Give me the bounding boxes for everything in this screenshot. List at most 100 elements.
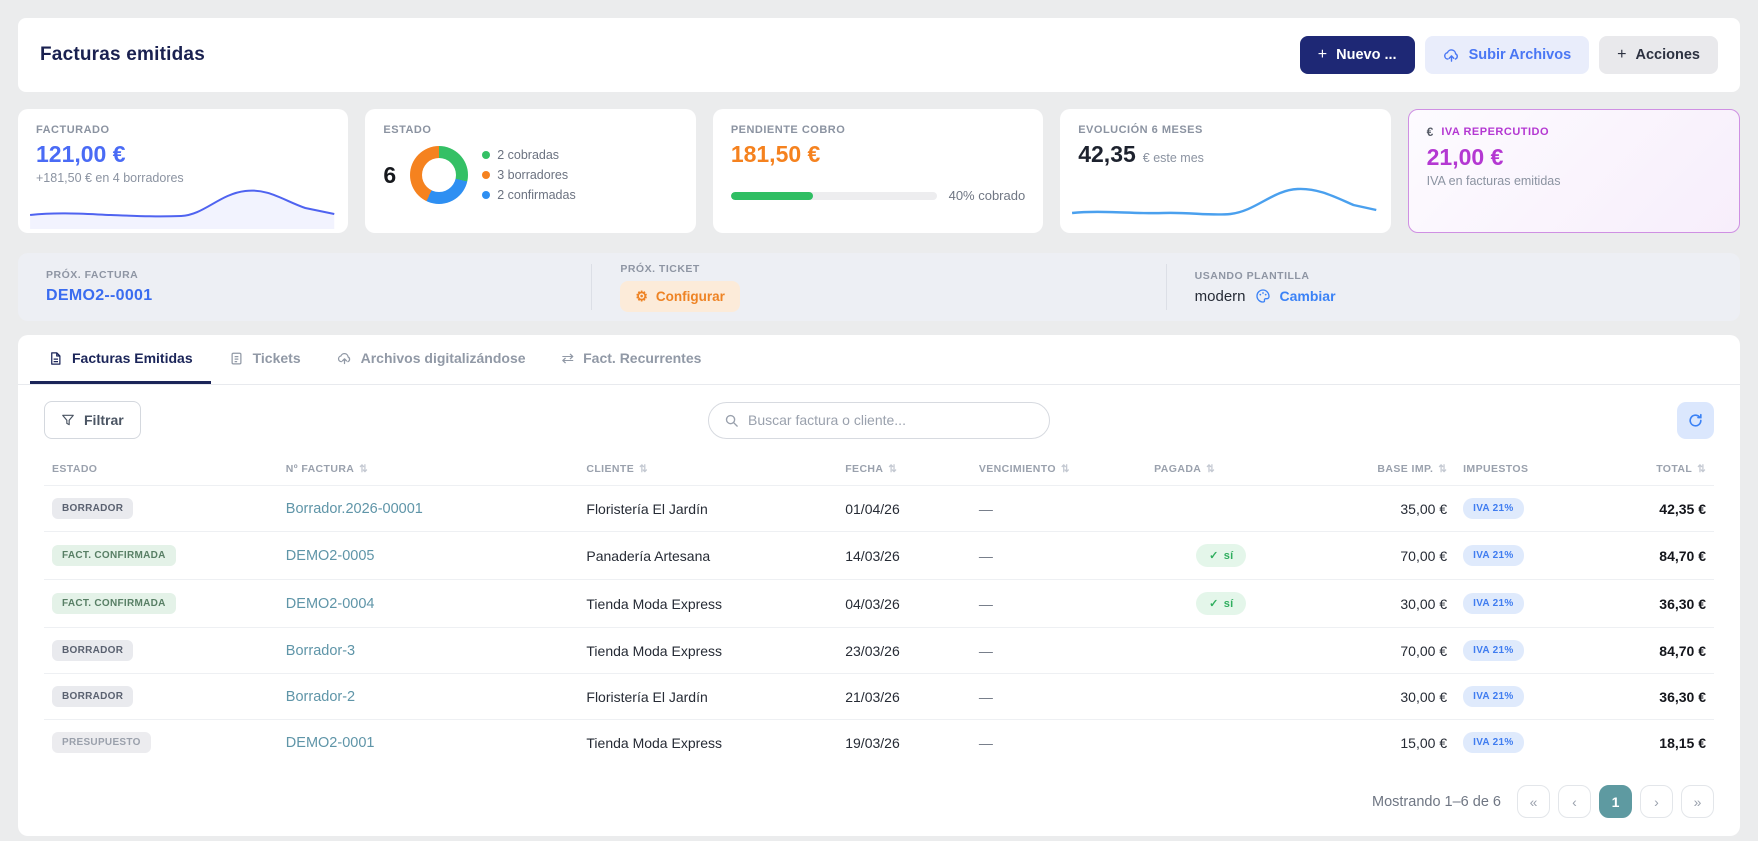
column-label: FECHA: [845, 463, 883, 475]
column-header[interactable]: VENCIMIENTO⇅: [971, 449, 1146, 486]
invoice-number-cell: Borrador-2: [278, 674, 579, 720]
check-icon: ✓: [1209, 598, 1219, 610]
column-header[interactable]: FECHA ⇅: [837, 449, 971, 486]
paid-badge: ✓sí: [1196, 592, 1246, 615]
invoice-number-cell: Borrador-3: [278, 628, 579, 674]
facturado-value: 121,00 €: [36, 141, 330, 168]
table-row[interactable]: BORRADORBorrador-3Tienda Moda Express23/…: [44, 628, 1714, 674]
tab-label: Archivos digitalizándose: [361, 350, 526, 366]
acciones-button-label: Acciones: [1636, 47, 1700, 63]
date-cell: 01/04/26: [837, 486, 971, 532]
prox-factura-label: PRÓX. FACTURA: [46, 269, 563, 281]
evolucion-value: 42,35: [1078, 141, 1136, 168]
column-header[interactable]: PAGADA⇅: [1146, 449, 1296, 486]
tab-facturas-emitidas[interactable]: Facturas Emitidas: [30, 335, 211, 384]
base-cell: 35,00 €: [1296, 486, 1455, 532]
legend-label: 2 cobradas: [497, 148, 559, 162]
due-cell: —: [971, 486, 1146, 532]
legend-dot: [482, 151, 490, 159]
page-1-button[interactable]: 1: [1599, 785, 1632, 818]
invoice-number-link[interactable]: Borrador-2: [286, 689, 355, 705]
sort-icon[interactable]: ⇅: [888, 464, 897, 475]
refresh-button[interactable]: [1677, 402, 1714, 439]
invoice-number-cell: Borrador.2026-00001: [278, 486, 579, 532]
date-cell: 04/03/26: [837, 580, 971, 628]
legend-label: 3 borradores: [497, 168, 568, 182]
filter-button[interactable]: Filtrar: [44, 401, 141, 439]
page: Facturas emitidas + Nuevo ... Subir Arch…: [0, 0, 1758, 841]
invoice-number-link[interactable]: DEMO2-0004: [286, 596, 375, 612]
next-page-button[interactable]: ›: [1640, 785, 1673, 818]
pendiente-value: 181,50 €: [731, 141, 1025, 168]
document-icon: [48, 351, 63, 366]
sort-icon[interactable]: ⇅: [359, 464, 368, 475]
facturado-label: FACTURADO: [36, 124, 330, 136]
table-header-row: ESTADONº FACTURA⇅CLIENTE⇅FECHA⇅VENCIMIEN…: [44, 449, 1714, 486]
due-cell: —: [971, 720, 1146, 766]
nuevo-button[interactable]: + Nuevo ...: [1300, 36, 1415, 74]
repeat-icon: ⇄: [562, 349, 575, 367]
legend-item-borradores: 3 borradores: [482, 168, 576, 182]
last-page-button[interactable]: »: [1681, 785, 1714, 818]
total-cell: 84,70 €: [1605, 628, 1714, 674]
invoice-number-link[interactable]: Borrador-3: [286, 643, 355, 659]
table-row[interactable]: BORRADOR Borrador-2 Floristería El Jardín2…: [44, 674, 1714, 720]
configurar-button-label: Configurar: [656, 289, 725, 304]
tab-tickets[interactable]: Tickets: [211, 335, 319, 384]
estado-count: 6: [383, 162, 396, 189]
legend-item-confirmadas: 2 confirmadas: [482, 188, 576, 202]
first-page-button[interactable]: «: [1517, 785, 1550, 818]
date-cell: 19/03/26: [837, 720, 971, 766]
sort-icon[interactable]: ⇅: [1697, 464, 1706, 475]
table-row[interactable]: FACT. CONFIRMADADEMO2-0005Panadería Arte…: [44, 532, 1714, 580]
funnel-icon: [61, 413, 75, 427]
paid-badge: ✓sí: [1196, 544, 1246, 567]
search-box: [708, 402, 1050, 439]
column-header[interactable]: TOTAL⇅: [1605, 449, 1714, 486]
tax-badge: IVA 21%: [1463, 593, 1523, 614]
prev-page-button[interactable]: ‹: [1558, 785, 1591, 818]
column-header: ESTADO: [44, 449, 278, 486]
sort-icon[interactable]: ⇅: [1438, 464, 1447, 475]
search-input[interactable]: [748, 412, 1034, 428]
column-header[interactable]: BASE IMP.⇅: [1296, 449, 1455, 486]
table-row[interactable]: PRESUPUESTO DEMO2-0001 Tienda Moda Express…: [44, 720, 1714, 766]
table-row[interactable]: FACT. CONFIRMADADEMO2-0004Tienda Moda Ex…: [44, 580, 1714, 628]
plantilla-name: modern: [1195, 288, 1246, 305]
invoice-number-link[interactable]: Borrador.2026-00001: [286, 501, 423, 517]
client-cell: Floristería El Jardín: [578, 674, 837, 720]
acciones-button[interactable]: + Acciones: [1599, 36, 1718, 74]
legend-item-cobradas: 2 cobradas: [482, 148, 576, 162]
invoices-panel: Facturas Emitidas Tickets Archivos digit…: [18, 335, 1740, 836]
sort-icon[interactable]: ⇅: [639, 464, 648, 475]
tab-archivos-digitalizandose[interactable]: Archivos digitalizándose: [319, 335, 544, 384]
table-row[interactable]: BORRADORBorrador.2026-00001Floristería E…: [44, 486, 1714, 532]
status-badge: PRESUPUESTO: [52, 732, 151, 753]
total-cell: 18,15 €: [1605, 720, 1714, 766]
invoice-number-link[interactable]: DEMO2-0005: [286, 548, 375, 564]
tax-cell: IVA 21%: [1455, 580, 1605, 628]
euro-icon: €: [1427, 125, 1434, 139]
prox-ticket-section: PRÓX. TICKET ⚙ Configurar: [591, 264, 1165, 310]
base-cell: 70,00 €: [1296, 628, 1455, 674]
pagination-summary: Mostrando 1–6 de 6: [1372, 794, 1501, 810]
invoice-number-link[interactable]: DEMO2-0001: [286, 735, 375, 751]
subir-archivos-button[interactable]: Subir Archivos: [1425, 36, 1590, 74]
cambiar-link[interactable]: Cambiar: [1280, 288, 1336, 304]
tab-label: Facturas Emitidas: [72, 350, 193, 366]
tab-fact-recurrentes[interactable]: ⇄ Fact. Recurrentes: [544, 335, 720, 384]
due-cell: —: [971, 674, 1146, 720]
iva-value: 21,00 €: [1427, 144, 1721, 171]
date-cell: 21/03/26: [837, 674, 971, 720]
client-cell: Tienda Moda Express: [578, 580, 837, 628]
sort-icon[interactable]: ⇅: [1206, 464, 1215, 475]
sort-icon[interactable]: ⇅: [1061, 464, 1070, 475]
base-cell: 30,00 €: [1296, 674, 1455, 720]
prox-factura-section: PRÓX. FACTURA DEMO2--0001: [18, 264, 591, 310]
column-header[interactable]: Nº FACTURA⇅: [278, 449, 579, 486]
client-cell: Tienda Moda Express: [578, 720, 837, 766]
date-cell: 23/03/26: [837, 628, 971, 674]
column-header[interactable]: CLIENTE⇅: [578, 449, 837, 486]
status-cell: BORRADOR: [44, 674, 278, 720]
configurar-button[interactable]: ⚙ Configurar: [620, 281, 740, 312]
